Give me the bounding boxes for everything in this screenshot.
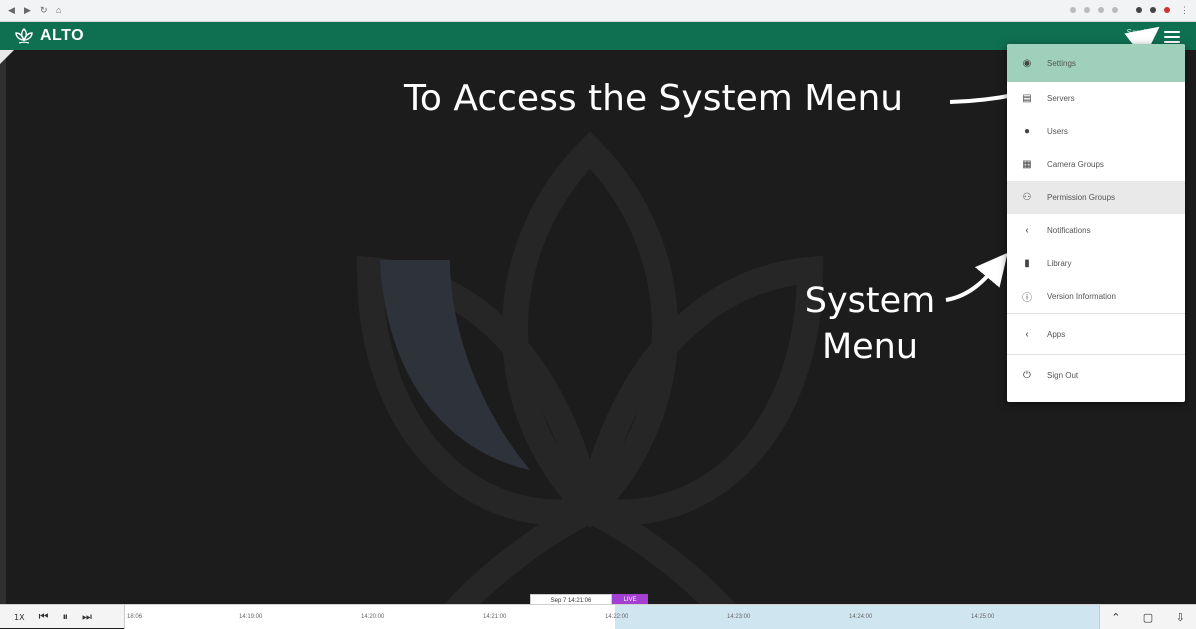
permission-groups-icon: ⚇: [1022, 192, 1032, 203]
menu-item-label: Camera Groups: [1047, 160, 1104, 169]
timeline-tick: 14:22:00: [605, 614, 629, 620]
system-menu: ◉ Settings ▤ Servers ● Users ▦ Camera Gr…: [1007, 44, 1185, 402]
pause-icon[interactable]: ⏸: [62, 610, 68, 624]
timeline-tick: 14:24:00: [849, 614, 873, 620]
menu-item-label: Servers: [1047, 94, 1075, 103]
menu-item-permission-groups[interactable]: ⚇ Permission Groups: [1007, 181, 1185, 214]
playback-speed[interactable]: 1X: [14, 613, 25, 622]
timeline-tick: 14:19:00: [239, 614, 263, 620]
menu-item-notifications[interactable]: ‹ Notifications: [1007, 214, 1185, 247]
chevron-up-icon[interactable]: ⌃: [1111, 611, 1120, 624]
timeline-tick: 14:23:00: [727, 614, 751, 620]
menu-item-camera-groups[interactable]: ▦ Camera Groups: [1007, 148, 1185, 181]
skip-forward-icon[interactable]: ⏭: [82, 610, 92, 624]
menu-item-label: Apps: [1047, 329, 1066, 339]
chevron-left-icon: ‹: [1025, 225, 1029, 236]
timeline-track[interactable]: 18:06 14:19:00 14:20:00 14:21:00 14:22:0…: [124, 605, 1101, 629]
menu-item-settings[interactable]: ◉ Settings: [1007, 44, 1185, 82]
menu-item-users[interactable]: ● Users: [1007, 115, 1185, 148]
camera-groups-icon: ▦: [1022, 159, 1032, 170]
eye-icon: ◉: [1022, 57, 1032, 69]
menu-item-servers[interactable]: ▤ Servers: [1007, 82, 1185, 115]
export-icon[interactable]: ⇩: [1176, 611, 1185, 624]
menu-item-label: Settings: [1047, 58, 1076, 68]
menu-item-label: Notifications: [1047, 226, 1091, 235]
timeline-tick: 14:21:00: [483, 614, 507, 620]
timeline-tick: 18:06: [127, 614, 143, 620]
playback-controls: 1X ⏮ ⏸ ⏭: [0, 605, 92, 629]
menu-item-version-information[interactable]: ⓘ Version Information: [1007, 280, 1185, 313]
menu-item-label: Sign Out: [1047, 370, 1079, 380]
menu-item-label: Library: [1047, 259, 1072, 268]
chevron-left-icon: ‹: [1025, 328, 1029, 340]
menu-item-library[interactable]: ▮ Library: [1007, 247, 1185, 280]
timeline-bar: 1X ⏮ ⏸ ⏭ 18:06 14:19:00 14:20:00 14:21:0…: [0, 604, 1196, 629]
user-icon: ●: [1023, 126, 1031, 137]
power-icon: ⏻: [1023, 369, 1031, 381]
bookmark-icon: ▮: [1024, 258, 1030, 269]
menu-item-label: Users: [1047, 127, 1068, 136]
menu-item-label: Permission Groups: [1047, 193, 1116, 202]
timeline-tick: 14:25:00: [971, 614, 995, 620]
info-icon: ⓘ: [1022, 293, 1032, 304]
timeline-tick: 14:20:00: [361, 614, 385, 620]
arrow-to-system-menu: [945, 252, 1008, 302]
menu-item-label: Version Information: [1047, 292, 1116, 301]
calendar-icon[interactable]: ▢: [1143, 611, 1153, 624]
server-icon: ▤: [1022, 93, 1032, 104]
menu-item-sign-out[interactable]: ⏻ Sign Out: [1007, 355, 1185, 395]
timeline-right-controls: ⌃ ▢ ⇩: [1099, 605, 1196, 629]
skip-back-icon[interactable]: ⏮: [39, 610, 49, 624]
menu-item-apps[interactable]: ‹ Apps: [1007, 314, 1185, 354]
